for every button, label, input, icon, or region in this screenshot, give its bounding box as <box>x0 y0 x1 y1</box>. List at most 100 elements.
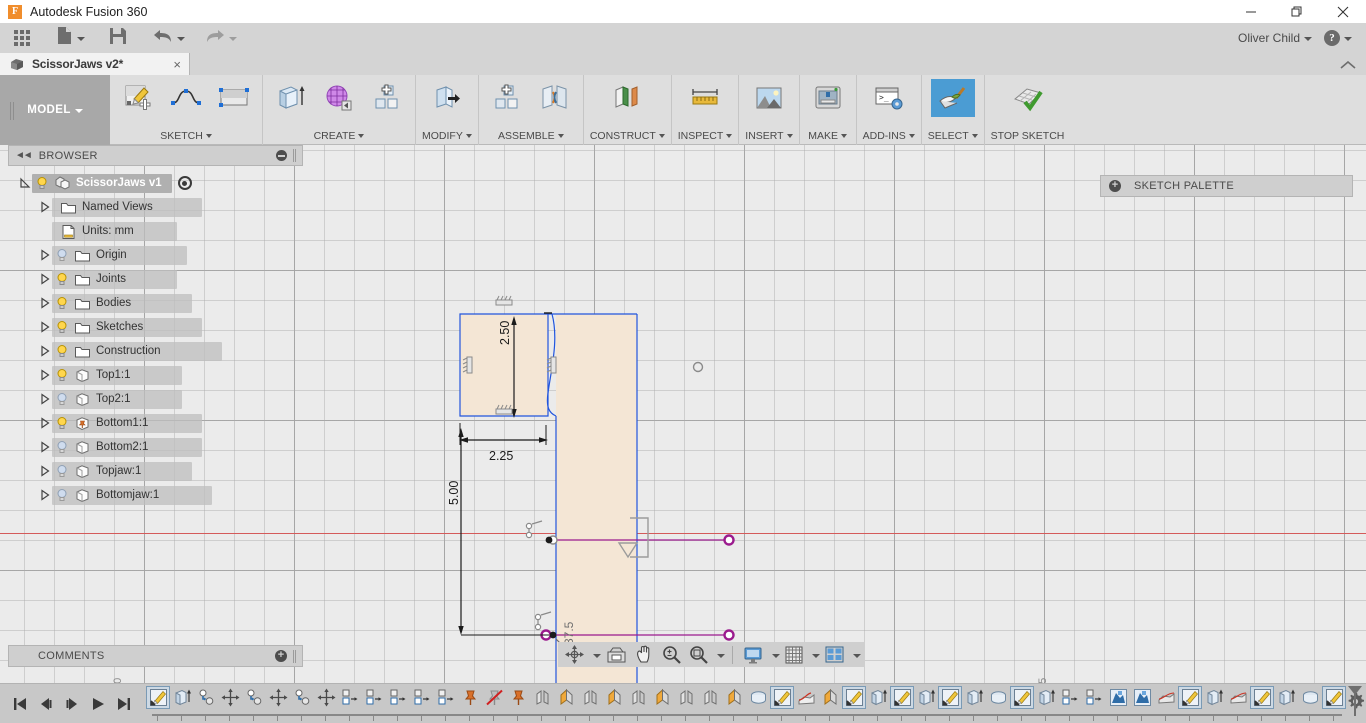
timeline-feature[interactable] <box>650 685 674 708</box>
tree-row-chip[interactable]: Construction <box>52 341 222 361</box>
minimize-button[interactable] <box>1228 0 1274 23</box>
extrude-icon[interactable] <box>1035 687 1057 708</box>
step-forward-button[interactable] <box>60 691 84 717</box>
timeline-feature[interactable] <box>986 685 1010 708</box>
timeline-feature[interactable] <box>1010 685 1034 709</box>
insert-image-button[interactable] <box>747 79 791 117</box>
create-group-label[interactable]: CREATE <box>314 130 365 145</box>
expand-arrow-icon[interactable] <box>38 440 52 454</box>
expand-palette-icon[interactable]: + <box>1109 180 1121 192</box>
rigid-group-icon[interactable] <box>387 687 409 708</box>
stop-sketch-label[interactable]: STOP SKETCH <box>991 130 1065 145</box>
mirror-highlight-icon[interactable] <box>555 687 577 708</box>
play-button[interactable] <box>86 691 110 717</box>
dimension-2-25[interactable]: 2.25 <box>489 449 513 463</box>
sketch-group-label[interactable]: SKETCH <box>160 130 212 145</box>
tree-row-named-views[interactable]: Named Views <box>8 195 303 219</box>
grid-snaps-button[interactable] <box>782 643 806 666</box>
save-button[interactable] <box>103 23 133 53</box>
timeline-feature[interactable] <box>1202 685 1226 708</box>
viewports-caret[interactable] <box>853 653 861 658</box>
undo-button[interactable] <box>147 23 191 53</box>
dimension-2-50[interactable]: 2.50 <box>498 321 512 345</box>
lightbulb-icon[interactable] <box>55 272 69 286</box>
extrude-button[interactable] <box>269 79 313 117</box>
sketch-icon[interactable] <box>1178 685 1202 709</box>
pin-icon[interactable] <box>459 687 481 708</box>
select-button[interactable] <box>930 79 975 117</box>
root-chip[interactable]: ScissorJaws v1 <box>32 173 172 193</box>
measure-button[interactable] <box>683 79 727 117</box>
timeline-feature[interactable] <box>170 685 194 708</box>
timeline-feature[interactable] <box>698 685 722 708</box>
close-icon[interactable]: × <box>159 58 181 71</box>
3d-print-button[interactable] <box>806 79 850 117</box>
timeline-feature[interactable] <box>770 685 794 709</box>
timeline-feature[interactable] <box>818 685 842 708</box>
timeline-feature[interactable] <box>1106 685 1130 708</box>
viewports-button[interactable] <box>822 643 847 666</box>
timeline-feature[interactable] <box>1250 685 1274 709</box>
tree-row-joints[interactable]: Joints <box>8 267 303 291</box>
expand-arrow-icon[interactable] <box>38 488 52 502</box>
mirror-highlight-icon[interactable] <box>819 687 841 708</box>
joint-button[interactable] <box>533 79 577 117</box>
extrude-icon[interactable] <box>1203 687 1225 708</box>
user-menu-button[interactable]: Oliver Child <box>1232 23 1318 53</box>
lightbulb-icon[interactable] <box>55 464 69 478</box>
expand-arrow-icon[interactable] <box>38 248 52 262</box>
timeline-feature[interactable] <box>146 685 170 709</box>
tree-row-bottom2-1[interactable]: Bottom2:1 <box>8 435 303 459</box>
timeline-feature[interactable] <box>1058 685 1082 708</box>
mirror-highlight-icon[interactable] <box>723 687 745 708</box>
rigid-group-icon[interactable] <box>1059 687 1081 708</box>
timeline-feature[interactable] <box>506 685 530 708</box>
timeline-feature[interactable] <box>338 685 362 708</box>
timeline-feature[interactable] <box>866 685 890 708</box>
look-at-button[interactable] <box>603 643 630 666</box>
mirror-icon[interactable] <box>531 687 553 708</box>
timeline-feature[interactable] <box>1226 685 1250 708</box>
timeline-feature[interactable] <box>410 685 434 708</box>
sketch-icon[interactable] <box>770 685 794 709</box>
expand-arrow-icon[interactable] <box>38 368 52 382</box>
timeline-feature[interactable] <box>362 685 386 708</box>
move-icon[interactable] <box>315 687 337 708</box>
lightbulb-icon[interactable] <box>55 392 69 406</box>
tree-row-chip[interactable]: Top2:1 <box>52 389 182 409</box>
move-icon[interactable] <box>267 687 289 708</box>
joint-icon[interactable] <box>195 687 217 708</box>
expand-arrow-icon[interactable] <box>18 176 32 190</box>
go-to-beginning-button[interactable] <box>8 691 32 717</box>
tree-row-topjaw-1[interactable]: Topjaw:1 <box>8 459 303 483</box>
tree-row-chip[interactable]: Topjaw:1 <box>52 461 192 481</box>
dimension-5-00[interactable]: 5.00 <box>447 481 461 505</box>
tree-row-units-mm[interactable]: Units: mm <box>8 219 303 243</box>
timeline-feature[interactable] <box>674 685 698 708</box>
timeline-feature[interactable] <box>962 685 986 708</box>
lightbulb-icon[interactable] <box>55 320 69 334</box>
timeline-feature[interactable] <box>746 685 770 708</box>
panel-grip-icon[interactable] <box>293 649 296 663</box>
design-canvas[interactable]: 50 25 <box>0 145 1366 683</box>
timeline-feature[interactable] <box>890 685 914 709</box>
orbit-dropdown-caret[interactable] <box>593 653 601 658</box>
display-caret[interactable] <box>772 653 780 658</box>
extrude-icon[interactable] <box>963 687 985 708</box>
timeline-feature[interactable] <box>1082 685 1106 708</box>
timeline-feature[interactable] <box>1298 685 1322 708</box>
timeline-feature[interactable] <box>1154 685 1178 708</box>
panel-grip-icon[interactable] <box>293 149 296 162</box>
expand-arrow-icon[interactable] <box>38 464 52 478</box>
combine-icon[interactable] <box>1131 687 1153 708</box>
timeline-track[interactable] <box>146 685 1362 723</box>
tree-row-chip[interactable]: Origin <box>52 245 187 265</box>
timeline-feature[interactable] <box>578 685 602 708</box>
scripts-addins-button[interactable]: >_ <box>867 79 911 117</box>
fillet-icon[interactable] <box>795 687 817 708</box>
tree-row-origin[interactable]: Origin <box>8 243 303 267</box>
tree-row-top1-1[interactable]: Top1:1 <box>8 363 303 387</box>
mirror-icon[interactable] <box>579 687 601 708</box>
timeline-feature[interactable] <box>1178 685 1202 709</box>
sketch-icon[interactable] <box>1010 685 1034 709</box>
